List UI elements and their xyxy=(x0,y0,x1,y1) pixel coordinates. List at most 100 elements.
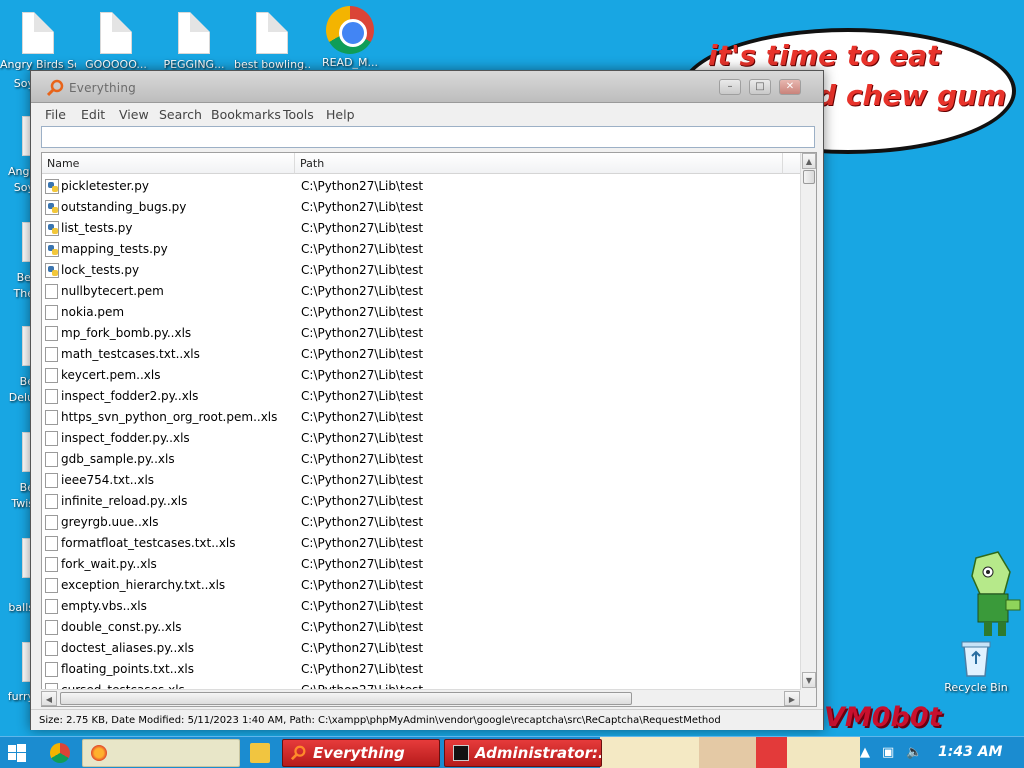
desktop-icon-angry-birds[interactable]: Angry Birds Soy... xyxy=(0,12,76,71)
desktop-label[interactable]: Soy xyxy=(0,180,34,196)
table-row[interactable]: gdb_sample.py..xls C:\Python27\Lib\test xyxy=(42,449,802,470)
row-name: list_tests.py xyxy=(61,221,133,235)
vertical-scrollbar[interactable]: ▲ ▼ xyxy=(800,153,816,706)
scroll-down-arrow-icon[interactable]: ▼ xyxy=(802,672,816,688)
desktop-icon-pegging[interactable]: PEGGING... xyxy=(156,12,232,71)
row-path: C:\Python27\Lib\test xyxy=(301,515,424,529)
table-row[interactable]: infinite_reload.py..xls C:\Python27\Lib\t… xyxy=(42,491,802,512)
row-name: formatfloat_testcases.txt..xls xyxy=(61,536,236,550)
row-path: C:\Python27\Lib\test xyxy=(301,242,424,256)
table-row[interactable]: keycert.pem..xls C:\Python27\Lib\test xyxy=(42,365,802,386)
row-name: exception_hierarchy.txt..xls xyxy=(61,578,226,592)
python-file-icon xyxy=(45,200,59,215)
desktop-label[interactable]: f xyxy=(0,584,34,600)
taskbar-task-everything[interactable]: Everything xyxy=(282,739,440,767)
desktop-label[interactable]: Be xyxy=(0,480,34,496)
column-header-path[interactable]: Path xyxy=(295,153,783,174)
tray-chevron-up-icon[interactable]: ▲ xyxy=(860,745,870,760)
row-path: C:\Python27\Lib\test xyxy=(301,557,424,571)
table-row[interactable]: nokia.pem C:\Python27\Lib\test xyxy=(42,302,802,323)
desktop-label[interactable]: Soy xyxy=(0,76,34,92)
menu-bookmarks[interactable]: Bookmarks xyxy=(211,107,281,122)
row-path: C:\Python27\Lib\test xyxy=(301,389,424,403)
desktop-label[interactable]: Angr xyxy=(0,164,34,180)
desktop-label[interactable]: Bej xyxy=(0,270,34,286)
row-name: keycert.pem..xls xyxy=(61,368,161,382)
desktop-icon-chrome[interactable]: READ_M... xyxy=(312,6,388,69)
menu-view[interactable]: View xyxy=(119,107,149,122)
table-row[interactable]: ieee754.txt..xls C:\Python27\Lib\test xyxy=(42,470,802,491)
close-button[interactable]: ✕ xyxy=(779,79,801,95)
desktop-label[interactable]: The xyxy=(0,286,34,302)
network-icon[interactable]: ▣ xyxy=(882,745,894,760)
row-path: C:\Python27\Lib\test xyxy=(301,578,424,592)
desktop-label[interactable]: Twis xyxy=(0,496,34,512)
minimize-button[interactable]: – xyxy=(719,79,741,95)
file-icon xyxy=(45,389,58,404)
row-path: C:\Python27\Lib\test xyxy=(301,410,424,424)
table-row[interactable]: mp_fork_bomb.py..xls C:\Python27\Lib\test xyxy=(42,323,802,344)
table-row[interactable]: inspect_fodder2.py..xls C:\Python27\Lib\t… xyxy=(42,386,802,407)
desktop-label[interactable]: Delu xyxy=(0,390,34,406)
table-row[interactable]: inspect_fodder.py..xls C:\Python27\Lib\te… xyxy=(42,428,802,449)
file-icon xyxy=(45,410,58,425)
file-icon xyxy=(45,284,58,299)
file-icon xyxy=(45,347,58,362)
row-path: C:\Python27\Lib\test xyxy=(301,599,424,613)
desktop-label[interactable]: Be xyxy=(0,374,34,390)
window-titlebar[interactable]: Everything – □ ✕ xyxy=(31,71,823,103)
menu-edit[interactable]: Edit xyxy=(81,107,105,122)
table-row[interactable]: greyrgb.uue..xls C:\Python27\Lib\test xyxy=(42,512,802,533)
table-row[interactable]: list_tests.py C:\Python27\Lib\test xyxy=(42,218,802,239)
table-row[interactable]: fork_wait.py..xls C:\Python27\Lib\test xyxy=(42,554,802,575)
horizontal-scrollbar[interactable]: ◀ ▶ xyxy=(41,689,801,706)
status-bar: Size: 2.75 KB, Date Modified: 5/11/2023 … xyxy=(31,709,823,730)
windows-start-icon[interactable] xyxy=(8,744,26,762)
table-row[interactable]: formatfloat_testcases.txt..xls C:\Python2… xyxy=(42,533,802,554)
menu-file[interactable]: File xyxy=(45,107,66,122)
table-row[interactable]: doctest_aliases.py..xls C:\Python27\Lib\t… xyxy=(42,638,802,659)
table-row[interactable]: double_const.py..xls C:\Python27\Lib\test xyxy=(42,617,802,638)
desktop-icon-recycle-bin[interactable]: Recycle Bin xyxy=(936,636,1016,694)
row-path: C:\Python27\Lib\test xyxy=(301,494,424,508)
table-row[interactable]: floating_points.txt..xls C:\Python27\Lib\… xyxy=(42,659,802,680)
file-icon xyxy=(45,452,58,467)
row-name: fork_wait.py..xls xyxy=(61,557,157,571)
table-row[interactable]: mapping_tests.py C:\Python27\Lib\test xyxy=(42,239,802,260)
menu-tools[interactable]: Tools xyxy=(283,107,314,122)
scroll-up-arrow-icon[interactable]: ▲ xyxy=(802,153,816,169)
search-input[interactable] xyxy=(41,126,815,148)
horizontal-scroll-thumb[interactable] xyxy=(60,692,632,705)
row-name: nullbytecert.pem xyxy=(61,284,164,298)
maximize-button[interactable]: □ xyxy=(749,79,771,95)
table-row[interactable]: math_testcases.txt..xls C:\Python27\Lib\t… xyxy=(42,344,802,365)
scroll-left-arrow-icon[interactable]: ◀ xyxy=(41,691,57,706)
table-row[interactable]: https_svn_python_org_root.pem..xls C:\Pyt… xyxy=(42,407,802,428)
taskbar-clock[interactable]: 1:43 AM xyxy=(938,744,1002,760)
table-row[interactable]: empty.vbs..xls C:\Python27\Lib\test xyxy=(42,596,802,617)
volume-icon[interactable]: 🔈 xyxy=(906,745,922,760)
desktop-icon-gooooo[interactable]: GOOOOO... xyxy=(78,12,154,71)
taskbar-task-administrator[interactable]: Administrator:... xyxy=(444,739,602,767)
desktop-label[interactable]: balls xyxy=(0,600,34,616)
row-path: C:\Python27\Lib\test xyxy=(301,368,424,382)
chrome-taskbar-icon[interactable] xyxy=(50,743,70,763)
table-row[interactable]: exception_hierarchy.txt..xls C:\Python27\… xyxy=(42,575,802,596)
desktop-label[interactable]: furry xyxy=(0,689,34,705)
document-icon xyxy=(178,12,210,54)
row-name: pickletester.py xyxy=(61,179,150,193)
table-row[interactable]: pickletester.py C:\Python27\Lib\test xyxy=(42,176,802,197)
menu-help[interactable]: Help xyxy=(326,107,355,122)
menu-search[interactable]: Search xyxy=(159,107,202,122)
table-row[interactable]: outstanding_bugs.py C:\Python27\Lib\test xyxy=(42,197,802,218)
scroll-right-arrow-icon[interactable]: ▶ xyxy=(784,691,800,706)
folder-icon[interactable] xyxy=(250,743,270,763)
row-name: lock_tests.py xyxy=(61,263,140,277)
table-row[interactable]: lock_tests.py C:\Python27\Lib\test xyxy=(42,260,802,281)
vertical-scroll-thumb[interactable] xyxy=(803,170,815,184)
desktop-icon-best-bowling[interactable]: best bowling... xyxy=(234,12,310,71)
row-path: C:\Python27\Lib\test xyxy=(301,347,424,361)
table-row[interactable]: nullbytecert.pem C:\Python27\Lib\test xyxy=(42,281,802,302)
taskbar-task-firefox[interactable] xyxy=(82,739,240,767)
column-header-name[interactable]: Name xyxy=(42,153,295,174)
